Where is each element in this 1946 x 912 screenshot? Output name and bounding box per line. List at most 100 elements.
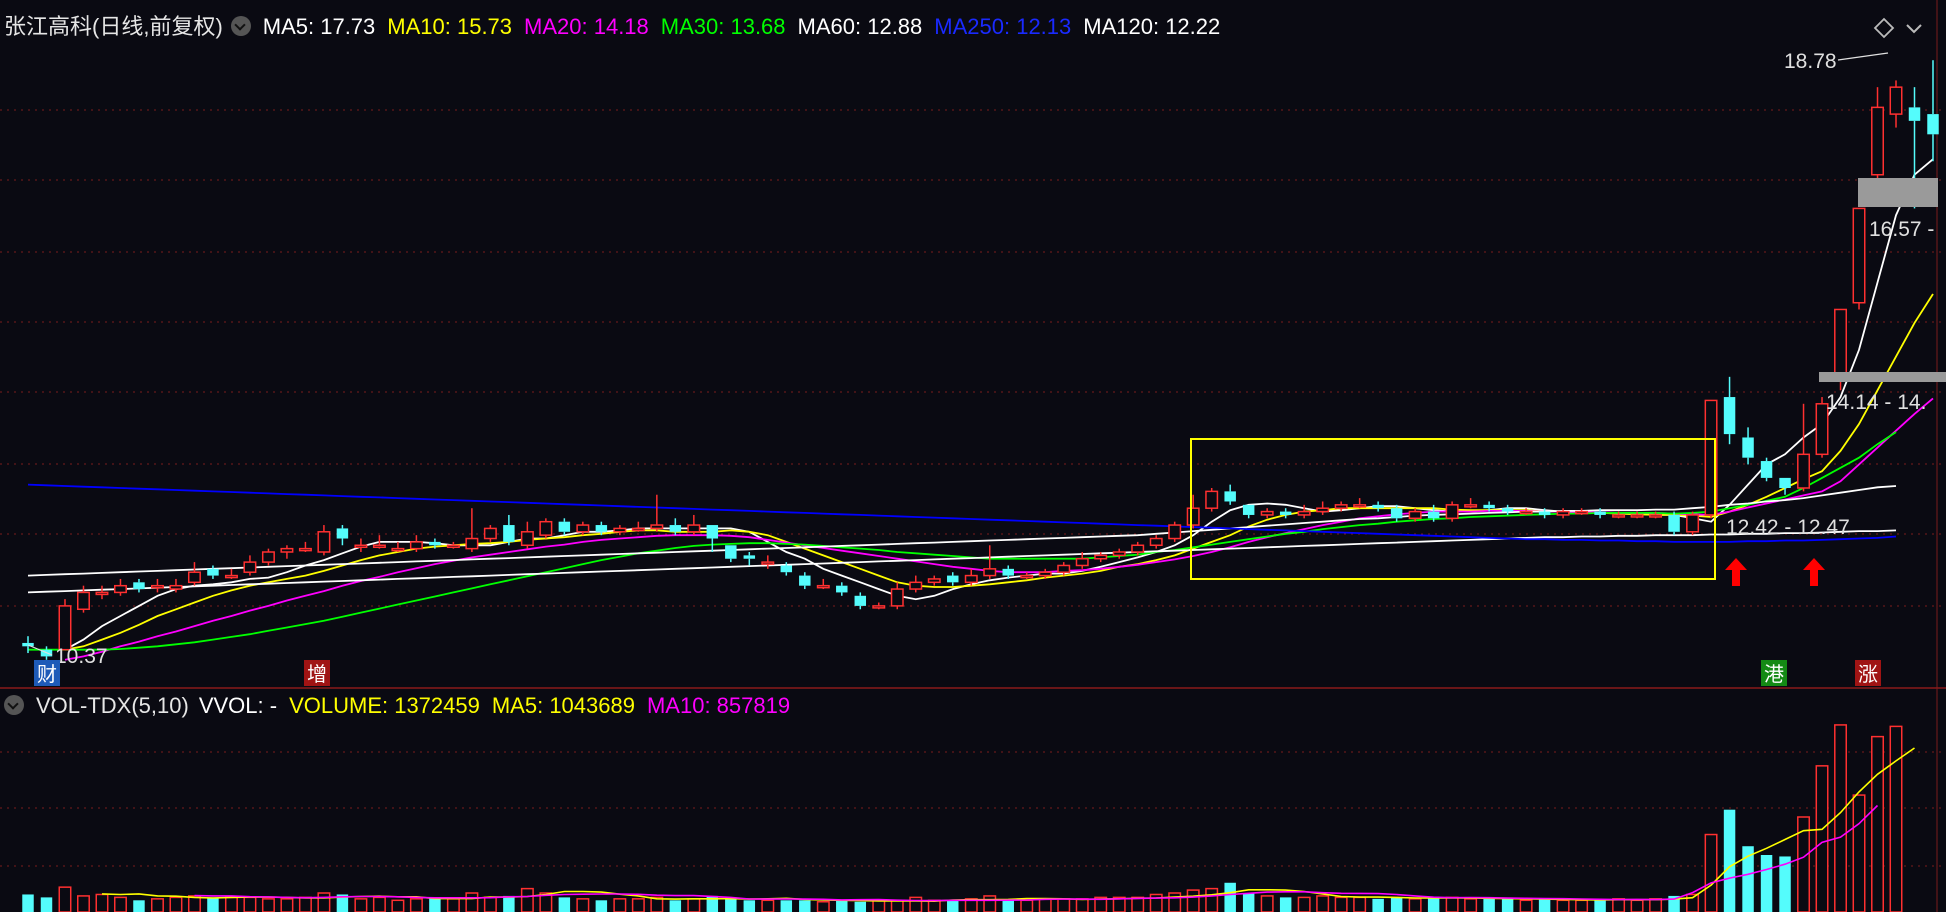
candle-body	[1871, 106, 1884, 176]
ma5-label: MA5: 17.73	[262, 14, 376, 39]
candle-body	[77, 591, 90, 611]
volume-bar	[224, 896, 238, 912]
candle-body	[854, 595, 867, 606]
candle-body	[1575, 510, 1589, 515]
candle-body	[964, 574, 978, 584]
ma250-label: MA250: 12.13	[934, 14, 1072, 39]
volume-bar	[169, 896, 183, 912]
volume-bar	[133, 900, 145, 912]
candlestick	[1852, 207, 1866, 310]
candle-body	[95, 591, 109, 596]
candle-body	[1464, 504, 1478, 508]
volume-bar	[1057, 898, 1071, 912]
high-price-label: 18.78	[1784, 50, 1837, 73]
volume-bar	[1889, 725, 1903, 912]
candle-body	[539, 520, 553, 536]
candle-body	[1852, 207, 1866, 304]
volume-bar	[1075, 898, 1089, 912]
candle-body	[207, 568, 219, 576]
vol-ma5-label: MA5: 1043689	[491, 693, 635, 718]
volume-bar	[1760, 855, 1773, 912]
chevron-down-icon[interactable]	[230, 16, 251, 37]
candle-body	[133, 582, 145, 590]
ma30-label: MA30: 13.68	[660, 14, 786, 39]
event-marker-zeng[interactable]: 增	[304, 660, 330, 686]
volume-indicator-title[interactable]: VOL-TDX(5,10)	[36, 693, 189, 718]
event-marker-label: 港	[1764, 662, 1784, 686]
candle-body	[1612, 514, 1626, 518]
volume-bar	[1408, 898, 1422, 912]
candle-body	[1390, 508, 1403, 519]
volume-bar	[1501, 898, 1514, 912]
candle-body	[1242, 504, 1255, 515]
volume-bar	[1575, 899, 1589, 912]
resistance-zone-lower	[1819, 372, 1946, 382]
volume-bar	[836, 900, 848, 912]
volume-bar	[1871, 735, 1884, 912]
candle-body	[1057, 564, 1071, 573]
volume-bar	[40, 897, 53, 912]
volume-label: VOLUME: 1372459	[289, 693, 480, 718]
candle-body	[1556, 510, 1570, 516]
vol-ma10-label: MA10: 857819	[646, 693, 791, 718]
volume-bar	[1279, 897, 1292, 912]
volume-bar	[1353, 896, 1367, 912]
ma120-label: MA120: 12.22	[1083, 14, 1221, 39]
candle-body	[687, 524, 701, 533]
volume-bar	[1186, 889, 1200, 912]
volume-bar	[1390, 897, 1403, 912]
volume-bar	[1260, 895, 1274, 912]
candle-body	[1224, 491, 1236, 502]
event-marker-cai[interactable]: 财	[34, 660, 60, 686]
low-price-label: 10.37	[55, 645, 108, 668]
candle-body	[1038, 571, 1052, 577]
candle-body	[22, 642, 34, 647]
candle-body	[243, 561, 257, 573]
candle-body	[317, 531, 331, 553]
volume-bar	[1815, 765, 1829, 912]
volume-bar	[631, 898, 645, 912]
volume-bar	[1464, 898, 1478, 912]
volume-bar	[280, 898, 294, 912]
ma60-label: MA60: 12.88	[797, 14, 923, 39]
candle-body	[280, 547, 294, 553]
volume-bar	[799, 900, 811, 912]
stock-title[interactable]: 张江高科(日线,前复权)	[4, 14, 223, 39]
candle-body	[1427, 511, 1440, 519]
volume-bar	[613, 898, 627, 912]
candle-body	[1075, 557, 1089, 567]
candlestick	[1760, 457, 1773, 482]
event-marker-label: 涨	[1858, 662, 1878, 686]
volume-bar	[207, 897, 219, 912]
candle-body	[836, 585, 848, 593]
ma20-label: MA20: 14.18	[524, 14, 649, 39]
volume-bar	[429, 897, 441, 912]
candle-body	[780, 565, 793, 573]
candlestick	[1668, 511, 1680, 536]
candle-body	[761, 561, 775, 565]
candle-body	[909, 581, 923, 590]
volume-bar	[1445, 896, 1459, 912]
event-marker-gang[interactable]: 港	[1761, 660, 1787, 686]
candle-body	[1002, 568, 1014, 576]
volume-bar	[872, 899, 886, 912]
volume-bar	[854, 901, 867, 912]
ma10-label: MA10: 15.73	[387, 14, 513, 39]
candle-body	[1668, 514, 1680, 532]
volume-bar	[95, 893, 109, 912]
candle-body	[429, 541, 441, 546]
candlestick	[1205, 488, 1219, 512]
event-marker-zhang[interactable]: 涨	[1855, 660, 1881, 686]
candle-body	[1020, 574, 1034, 579]
candle-body	[1445, 504, 1459, 520]
kline-chart[interactable]: 18.78 10.37 16.57 - 14.14 - 14. 12.42 - …	[0, 0, 1946, 912]
candle-body	[261, 551, 275, 563]
chart-stage: 18.78 10.37 16.57 - 14.14 - 14. 12.42 - …	[0, 0, 1946, 912]
price-panel-header: 张江高科(日线,前复权) MA5: 17.73 MA10: 15.73 MA20: 1…	[4, 14, 1232, 40]
volume-bar	[1612, 898, 1626, 912]
candle-body	[650, 524, 664, 530]
volume-bar	[595, 900, 608, 912]
volume-bar	[187, 895, 201, 912]
candle-body	[1168, 524, 1182, 540]
chevron-down-icon[interactable]	[4, 695, 24, 716]
